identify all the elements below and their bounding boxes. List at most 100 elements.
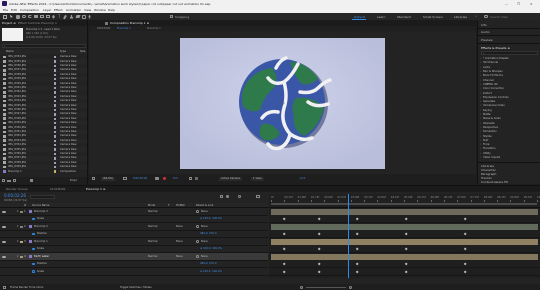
shy-icon[interactable] — [226, 195, 229, 198]
label-color-swatch[interactable] — [54, 56, 57, 59]
twirl-down-icon[interactable]: ▾ — [17, 210, 18, 214]
visibility-eye-icon[interactable] — [2, 210, 6, 213]
label-color-swatch[interactable] — [54, 122, 57, 125]
camera-dropdown[interactable]: Active Camera — [219, 177, 243, 181]
project-search-input[interactable]: ⌕ — [2, 44, 86, 48]
property-value[interactable]: ⊕ 100.0, 100.0% — [200, 217, 222, 221]
timeline-layer-row[interactable]: ▾ 2 Precomp 2 Normal None None — [0, 223, 268, 231]
workspace-learn[interactable]: Learn — [377, 15, 385, 19]
label-color-swatch[interactable] — [54, 135, 57, 138]
label-color-swatch[interactable] — [54, 78, 57, 81]
column-source-name[interactable]: Source Name — [32, 204, 49, 208]
timeline-search-input[interactable] — [30, 195, 55, 199]
tab-render-queue[interactable]: Render Queue — [6, 187, 28, 191]
layer-duration-bar[interactable] — [271, 209, 538, 215]
breadcrumb-item[interactable]: 0101MAIN — [97, 27, 110, 31]
preview-toggle-icon[interactable] — [92, 177, 95, 180]
property-row[interactable]: Scale ⊕ 100.0, 100.0% — [0, 268, 268, 276]
property-track[interactable] — [269, 231, 540, 238]
pick-whip-icon[interactable] — [196, 255, 199, 258]
keyframe-icon[interactable] — [282, 247, 286, 251]
eraser-tool-icon[interactable] — [75, 15, 81, 18]
keyframe-icon[interactable] — [404, 262, 408, 266]
panel-audio[interactable]: Audio — [481, 30, 490, 34]
keyframe-icon[interactable] — [463, 270, 467, 274]
pen-tool-icon[interactable] — [52, 14, 55, 19]
label-color-swatch[interactable] — [54, 148, 57, 151]
close-button[interactable]: ✕ — [530, 2, 533, 6]
keyframe-icon[interactable] — [282, 217, 286, 221]
label-color-swatch[interactable] — [54, 161, 57, 164]
composition-viewer[interactable] — [89, 31, 476, 174]
effects-category[interactable]: › Video Copilot — [478, 156, 540, 160]
parent-dropdown[interactable]: None — [201, 210, 208, 214]
label-color-swatch[interactable] — [54, 82, 57, 85]
blend-mode-dropdown[interactable]: Normal — [148, 210, 157, 214]
tab-composition[interactable]: Composition Precomp 1 ≡ — [110, 21, 149, 25]
keyframe-icon[interactable] — [355, 232, 359, 236]
zoom-in-icon[interactable] — [349, 286, 352, 289]
keyframe-icon[interactable] — [463, 247, 467, 251]
visibility-eye-icon[interactable] — [2, 255, 6, 258]
resolution-dropdown[interactable]: Full — [173, 177, 177, 181]
pan-behind-tool-icon[interactable] — [40, 14, 44, 18]
timeline-layer-row[interactable]: ▾ 1 Precomp 3 Normal None — [0, 208, 268, 216]
new-folder-icon[interactable] — [7, 179, 11, 182]
workspace-libraries[interactable]: Libraries — [454, 15, 467, 19]
property-value[interactable]: 480.0, 270.0 — [200, 232, 217, 236]
expand-switches-icon[interactable] — [3, 286, 6, 289]
timeline-current-time[interactable]: 0;00;02;26 — [4, 194, 26, 198]
label-color-swatch[interactable] — [54, 170, 57, 173]
property-track[interactable] — [269, 246, 540, 253]
property-value[interactable]: ⊕ 100.0, 100.0% — [200, 247, 222, 251]
keyframe-icon[interactable] — [463, 217, 467, 221]
new-composition-icon[interactable] — [13, 179, 16, 182]
pick-whip-icon[interactable] — [196, 210, 199, 213]
twirl-down-icon[interactable]: ▾ — [17, 255, 18, 259]
twirl-down-icon[interactable]: ▾ — [17, 225, 18, 229]
menu-help[interactable]: Help — [108, 8, 115, 12]
search-help-icon[interactable] — [484, 14, 488, 18]
project-list-item[interactable]: Precomp 1 Composition — [0, 169, 87, 173]
bit-depth-button[interactable]: 8 bpc — [70, 179, 77, 183]
toggle-switches-modes[interactable]: Toggle Switches / Modes — [120, 286, 152, 290]
breadcrumb-item-active[interactable]: Precomp 1 — [117, 27, 131, 31]
keyframe-icon[interactable] — [317, 247, 321, 251]
keyframe-icon[interactable] — [317, 232, 321, 236]
effects-search-input[interactable]: ⌕ — [481, 51, 538, 55]
roto-brush-tool-icon[interactable] — [82, 14, 86, 19]
current-time[interactable]: 0;00;02;26 — [133, 177, 147, 181]
label-color-swatch[interactable] — [54, 144, 57, 147]
graph-editor-icon[interactable] — [256, 195, 260, 198]
keyframe-icon[interactable] — [317, 262, 321, 266]
keyframe-icon[interactable] — [355, 247, 359, 251]
label-color-swatch[interactable] — [54, 100, 57, 103]
maximize-button[interactable]: ❐ — [517, 2, 520, 6]
label-color-swatch[interactable] — [54, 130, 57, 134]
brush-tool-icon[interactable] — [63, 14, 67, 19]
keyframe-icon[interactable] — [317, 217, 321, 221]
layer-label-color[interactable] — [20, 210, 23, 213]
exposure-value[interactable]: +0.0 — [299, 177, 305, 181]
keyframe-icon[interactable] — [317, 270, 321, 274]
visibility-eye-icon[interactable] — [2, 240, 6, 243]
zoom-tool-icon[interactable] — [22, 14, 26, 18]
property-track[interactable] — [269, 268, 540, 276]
layer-label-color[interactable] — [20, 225, 23, 228]
keyframe-icon[interactable] — [355, 217, 359, 221]
search-help-input[interactable]: Search Help — [490, 15, 508, 19]
visibility-eye-icon[interactable] — [2, 225, 6, 228]
draft-3d-icon[interactable] — [220, 195, 223, 198]
label-color-swatch[interactable] — [54, 86, 57, 90]
zoom-out-icon[interactable] — [300, 286, 303, 289]
camera-tool-icon[interactable] — [34, 15, 38, 18]
tab-0101main[interactable]: 0101MAIN — [50, 187, 65, 191]
type-tool-icon[interactable]: T — [58, 14, 60, 19]
minimize-button[interactable]: — — [505, 2, 508, 6]
tab-project[interactable]: Project ≡ — [2, 21, 16, 25]
motion-blur-icon[interactable] — [238, 195, 241, 198]
track-matte-dropdown[interactable]: None — [176, 240, 183, 244]
twirl-down-icon[interactable]: ▾ — [17, 240, 18, 244]
column-name[interactable]: Name — [6, 50, 14, 54]
rectangle-tool-icon[interactable] — [46, 15, 50, 18]
